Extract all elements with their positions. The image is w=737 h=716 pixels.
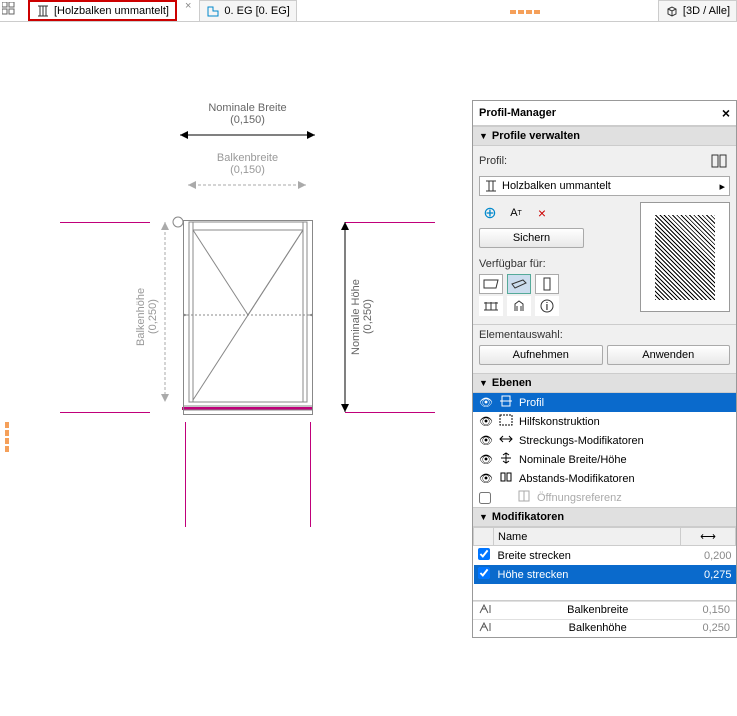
- floor-icon: [206, 4, 220, 18]
- eye-icon[interactable]: 👁: [479, 472, 493, 485]
- param-name: Balkenbreite: [567, 604, 628, 617]
- layer-name: Nominale Breite/Höhe: [519, 454, 627, 466]
- mod-value-header[interactable]: ⟷: [681, 528, 736, 546]
- layer-name: Öffnungsreferenz: [537, 492, 622, 504]
- layer-row[interactable]: 👁 Hilfskonstruktion: [473, 412, 736, 431]
- tab-label: [Holzbalken ummantelt]: [54, 5, 169, 17]
- tab-label: 0. EG [0. EG]: [224, 5, 289, 17]
- profile-icon: [36, 4, 50, 18]
- railing-tool-icon[interactable]: [479, 296, 503, 316]
- profile-label: Profil:: [479, 155, 507, 167]
- wall-tool-icon[interactable]: [479, 274, 503, 294]
- layer-name: Streckungs-Modifikatoren: [519, 435, 644, 447]
- layer-icon: [517, 490, 531, 505]
- element-select-label: Elementauswahl:: [479, 329, 730, 341]
- eye-icon[interactable]: 👁: [479, 453, 493, 466]
- dim-beam-height: Balkenhöhe (0,250): [135, 257, 159, 377]
- profile-dropdown[interactable]: Holzbalken ummantelt ▸: [479, 176, 730, 196]
- take-button[interactable]: Aufnehmen: [479, 345, 603, 365]
- layer-name: Profil: [519, 397, 544, 409]
- layer-name: Hilfskonstruktion: [519, 416, 600, 428]
- dim-beam-width: Balkenbreite (0,150): [185, 152, 310, 176]
- eye-icon[interactable]: 👁: [479, 396, 493, 409]
- layer-row[interactable]: 👁 Profil: [473, 393, 736, 412]
- drawing-canvas[interactable]: Nominale Breite (0,150) Balkenbreite (0,…: [0, 22, 470, 716]
- chevron-right-icon: ▸: [719, 180, 725, 193]
- layer-row[interactable]: 👁 Nominale Breite/Höhe: [473, 450, 736, 469]
- navigator-grid-icon[interactable]: [2, 2, 18, 18]
- layer-icon: [499, 395, 513, 410]
- section-manage-profiles[interactable]: ▼Profile verwalten: [473, 126, 736, 146]
- mod-name: Breite strecken: [494, 546, 681, 566]
- apply-button[interactable]: Anwenden: [607, 345, 731, 365]
- guide-marker: [510, 10, 540, 14]
- param-value: 0,150: [702, 604, 730, 617]
- cube-icon: [665, 4, 679, 18]
- layer-checkbox[interactable]: [479, 492, 491, 504]
- eye-icon[interactable]: 👁: [479, 415, 493, 428]
- tab-label: [3D / Alle]: [683, 5, 730, 17]
- param-row[interactable]: Balkenbreite 0,150: [473, 601, 736, 619]
- param-name: Balkenhöhe: [569, 622, 627, 635]
- save-button[interactable]: Sichern: [479, 228, 584, 248]
- section-modifiers[interactable]: ▼Modifikatoren: [473, 507, 736, 527]
- section-layers[interactable]: ▼Ebenen: [473, 373, 736, 393]
- modifier-row[interactable]: Breite strecken0,200: [474, 546, 736, 566]
- mod-value: 0,200: [681, 546, 736, 566]
- layer-icon: [499, 452, 513, 467]
- beam-tool-icon[interactable]: [507, 274, 531, 294]
- dim-nominal-height: Nominale Höhe (0,250): [350, 257, 374, 377]
- param-icon: [479, 622, 493, 635]
- tab-3d[interactable]: [3D / Alle]: [658, 0, 737, 21]
- profile-manager-panel: Profil-Manager × ▼Profile verwalten Prof…: [472, 100, 737, 638]
- tab-floor[interactable]: 0. EG [0. EG]: [199, 0, 296, 21]
- column-tool-icon[interactable]: [535, 274, 559, 294]
- layer-row[interactable]: Öffnungsreferenz: [473, 488, 736, 507]
- rename-icon[interactable]: AT: [505, 202, 527, 224]
- close-icon[interactable]: ×: [722, 105, 730, 121]
- layer-name: Abstands-Modifikatoren: [519, 473, 635, 485]
- layer-icon: [499, 414, 513, 429]
- tab-close[interactable]: ×: [177, 0, 199, 21]
- param-row[interactable]: Balkenhöhe 0,250: [473, 619, 736, 637]
- profile-settings-icon[interactable]: [708, 150, 730, 172]
- tab-profile-editor[interactable]: [Holzbalken ummantelt]: [28, 0, 177, 21]
- delete-icon[interactable]: ×: [531, 202, 553, 224]
- info-icon[interactable]: i: [535, 296, 559, 316]
- mod-checkbox[interactable]: [478, 567, 490, 579]
- param-icon: [479, 604, 493, 617]
- modifier-row[interactable]: Höhe strecken0,275: [474, 565, 736, 584]
- layer-icon: [499, 471, 513, 486]
- mod-name: Höhe strecken: [494, 565, 681, 584]
- layer-row[interactable]: 👁 Abstands-Modifikatoren: [473, 469, 736, 488]
- profile-section[interactable]: [183, 220, 313, 415]
- panel-title: Profil-Manager: [479, 107, 556, 119]
- available-for-label: Verfügbar für:: [479, 258, 636, 270]
- mod-name-header[interactable]: Name: [494, 528, 681, 546]
- mod-value: 0,275: [681, 565, 736, 584]
- object-tool-icon[interactable]: [507, 296, 531, 316]
- add-icon[interactable]: ⊕: [479, 202, 501, 224]
- profile-preview: [640, 202, 730, 312]
- layer-row[interactable]: 👁 Streckungs-Modifikatoren: [473, 431, 736, 450]
- guide-marker: [5, 422, 9, 452]
- param-value: 0,250: [702, 622, 730, 635]
- dim-nominal-width: Nominale Breite (0,150): [185, 102, 310, 126]
- profile-icon: [484, 179, 498, 193]
- layer-icon: [499, 433, 513, 448]
- mod-checkbox[interactable]: [478, 548, 490, 560]
- svg-text:i: i: [546, 301, 548, 313]
- eye-icon[interactable]: 👁: [479, 434, 493, 447]
